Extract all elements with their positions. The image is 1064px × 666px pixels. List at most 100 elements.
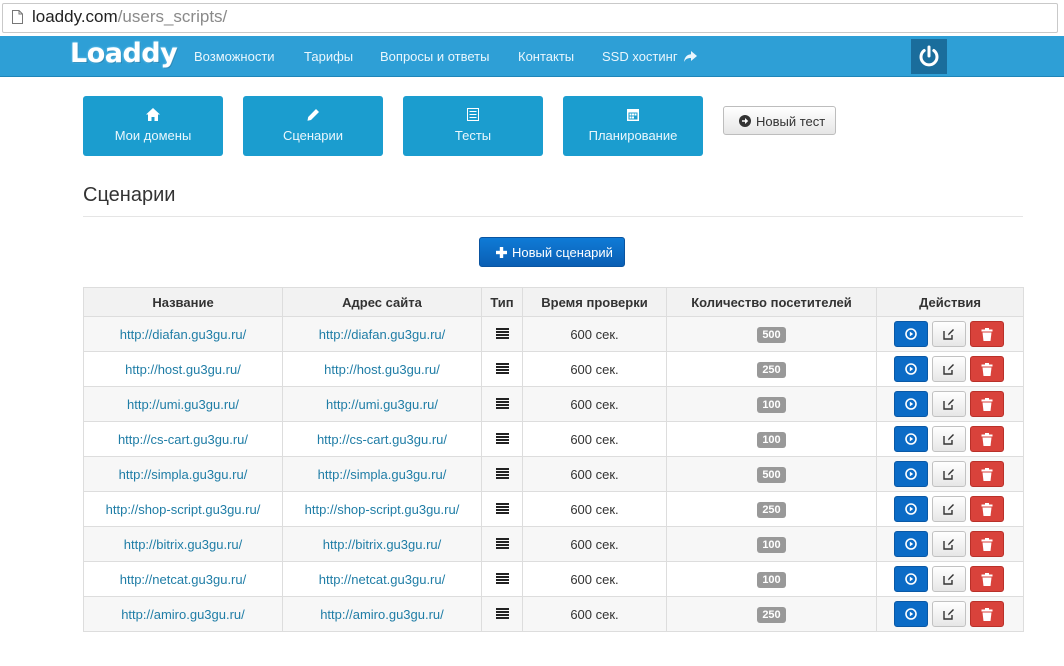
new-test-label: Новый тест xyxy=(756,114,826,129)
tile-planning[interactable]: Планирование xyxy=(563,96,703,156)
table-row: http://cs-cart.gu3gu.ru/http://cs-cart.g… xyxy=(83,421,1024,457)
tile-tests[interactable]: Тесты xyxy=(403,96,543,156)
edit-button[interactable] xyxy=(932,496,966,522)
run-button[interactable] xyxy=(894,461,928,487)
edit-button[interactable] xyxy=(932,601,966,627)
site-url-link[interactable]: http://diafan.gu3gu.ru/ xyxy=(319,327,445,342)
cell-actions xyxy=(876,351,1024,387)
site-url-link[interactable]: http://netcat.gu3gu.ru/ xyxy=(319,572,445,587)
header-name[interactable]: Название xyxy=(83,287,283,317)
scenario-name-link[interactable]: http://amiro.gu3gu.ru/ xyxy=(121,607,245,622)
share-arrow-icon xyxy=(684,51,698,62)
delete-button[interactable] xyxy=(970,461,1004,487)
cell-visitors: 100 xyxy=(666,386,877,422)
cell-site-url: http://cs-cart.gu3gu.ru/ xyxy=(282,421,482,457)
logout-button[interactable] xyxy=(911,39,947,74)
table-row: http://host.gu3gu.ru/http://host.gu3gu.r… xyxy=(83,351,1024,387)
nav-item-contacts[interactable]: Контакты xyxy=(518,49,574,64)
cell-type xyxy=(481,316,523,352)
delete-button[interactable] xyxy=(970,601,1004,627)
cell-visitors: 100 xyxy=(666,561,877,597)
logo[interactable]: Loaddy xyxy=(70,38,178,69)
run-button[interactable] xyxy=(894,391,928,417)
new-test-button[interactable]: Новый тест xyxy=(723,106,836,135)
tile-scenarios[interactable]: Сценарии xyxy=(243,96,383,156)
scenario-name-link[interactable]: http://cs-cart.gu3gu.ru/ xyxy=(118,432,248,447)
cell-visitors: 250 xyxy=(666,596,877,632)
scenario-name-link[interactable]: http://simpla.gu3gu.ru/ xyxy=(119,467,248,482)
list-icon xyxy=(495,537,509,552)
delete-button[interactable] xyxy=(970,531,1004,557)
run-button[interactable] xyxy=(894,531,928,557)
list-icon xyxy=(495,397,509,412)
scenario-name-link[interactable]: http://diafan.gu3gu.ru/ xyxy=(120,327,246,342)
cell-actions xyxy=(876,596,1024,632)
edit-button[interactable] xyxy=(932,461,966,487)
run-button[interactable] xyxy=(894,321,928,347)
home-icon xyxy=(83,108,223,122)
url-field[interactable]: loaddy.com/users_scripts/ xyxy=(2,3,1058,33)
table-header-row: Название Адрес сайта Тип Время проверки … xyxy=(83,287,1024,317)
site-url-link[interactable]: http://simpla.gu3gu.ru/ xyxy=(318,467,447,482)
delete-button[interactable] xyxy=(970,356,1004,382)
scenario-name-link[interactable]: http://shop-script.gu3gu.ru/ xyxy=(106,502,261,517)
site-url-link[interactable]: http://umi.gu3gu.ru/ xyxy=(326,397,438,412)
url-path: /users_scripts/ xyxy=(117,7,228,26)
header-visitors[interactable]: Количество посетителей xyxy=(666,287,877,317)
nav-item-features[interactable]: Возможности xyxy=(194,49,275,64)
site-url-link[interactable]: http://shop-script.gu3gu.ru/ xyxy=(305,502,460,517)
tile-my-domains[interactable]: Мои домены xyxy=(83,96,223,156)
delete-button[interactable] xyxy=(970,391,1004,417)
scenario-name-link[interactable]: http://netcat.gu3gu.ru/ xyxy=(120,572,246,587)
cell-site-url: http://umi.gu3gu.ru/ xyxy=(282,386,482,422)
delete-button[interactable] xyxy=(970,496,1004,522)
delete-button[interactable] xyxy=(970,426,1004,452)
cell-check-time: 600 сек. xyxy=(522,421,667,457)
site-url-link[interactable]: http://bitrix.gu3gu.ru/ xyxy=(323,537,442,552)
scenario-name-link[interactable]: http://umi.gu3gu.ru/ xyxy=(127,397,239,412)
cell-actions xyxy=(876,386,1024,422)
divider xyxy=(83,216,1023,217)
cell-site-url: http://host.gu3gu.ru/ xyxy=(282,351,482,387)
nav-item-pricing[interactable]: Тарифы xyxy=(304,49,353,64)
header-type[interactable]: Тип xyxy=(481,287,523,317)
edit-button[interactable] xyxy=(932,356,966,382)
scenario-name-link[interactable]: http://bitrix.gu3gu.ru/ xyxy=(124,537,243,552)
delete-button[interactable] xyxy=(970,566,1004,592)
cell-check-time: 600 сек. xyxy=(522,491,667,527)
nav-item-ssd-hosting[interactable]: SSD хостинг xyxy=(602,49,698,64)
new-scenario-button[interactable]: Новый сценарий xyxy=(479,237,625,267)
cell-check-time: 600 сек. xyxy=(522,386,667,422)
delete-button[interactable] xyxy=(970,321,1004,347)
run-button[interactable] xyxy=(894,601,928,627)
header-check-time[interactable]: Время проверки xyxy=(522,287,667,317)
site-url-link[interactable]: http://cs-cart.gu3gu.ru/ xyxy=(317,432,447,447)
site-url-link[interactable]: http://host.gu3gu.ru/ xyxy=(324,362,440,377)
edit-button[interactable] xyxy=(932,391,966,417)
site-url-link[interactable]: http://amiro.gu3gu.ru/ xyxy=(320,607,444,622)
cell-type xyxy=(481,491,523,527)
run-button[interactable] xyxy=(894,426,928,452)
header-site-url[interactable]: Адрес сайта xyxy=(282,287,482,317)
run-button[interactable] xyxy=(894,566,928,592)
power-icon xyxy=(919,45,939,67)
cell-type xyxy=(481,561,523,597)
edit-button[interactable] xyxy=(932,531,966,557)
scenario-name-link[interactable]: http://host.gu3gu.ru/ xyxy=(125,362,241,377)
edit-button[interactable] xyxy=(932,321,966,347)
list-icon xyxy=(495,502,509,517)
cell-actions xyxy=(876,421,1024,457)
list-icon xyxy=(495,467,509,482)
run-button[interactable] xyxy=(894,356,928,382)
circle-arrow-right-icon xyxy=(739,115,751,127)
cell-visitors: 500 xyxy=(666,316,877,352)
edit-button[interactable] xyxy=(932,566,966,592)
run-button[interactable] xyxy=(894,496,928,522)
cell-type xyxy=(481,386,523,422)
cell-type xyxy=(481,351,523,387)
table-row: http://diafan.gu3gu.ru/http://diafan.gu3… xyxy=(83,316,1024,352)
list-icon xyxy=(495,572,509,587)
visitors-badge: 250 xyxy=(757,606,786,623)
edit-button[interactable] xyxy=(932,426,966,452)
nav-item-faq[interactable]: Вопросы и ответы xyxy=(380,49,489,64)
